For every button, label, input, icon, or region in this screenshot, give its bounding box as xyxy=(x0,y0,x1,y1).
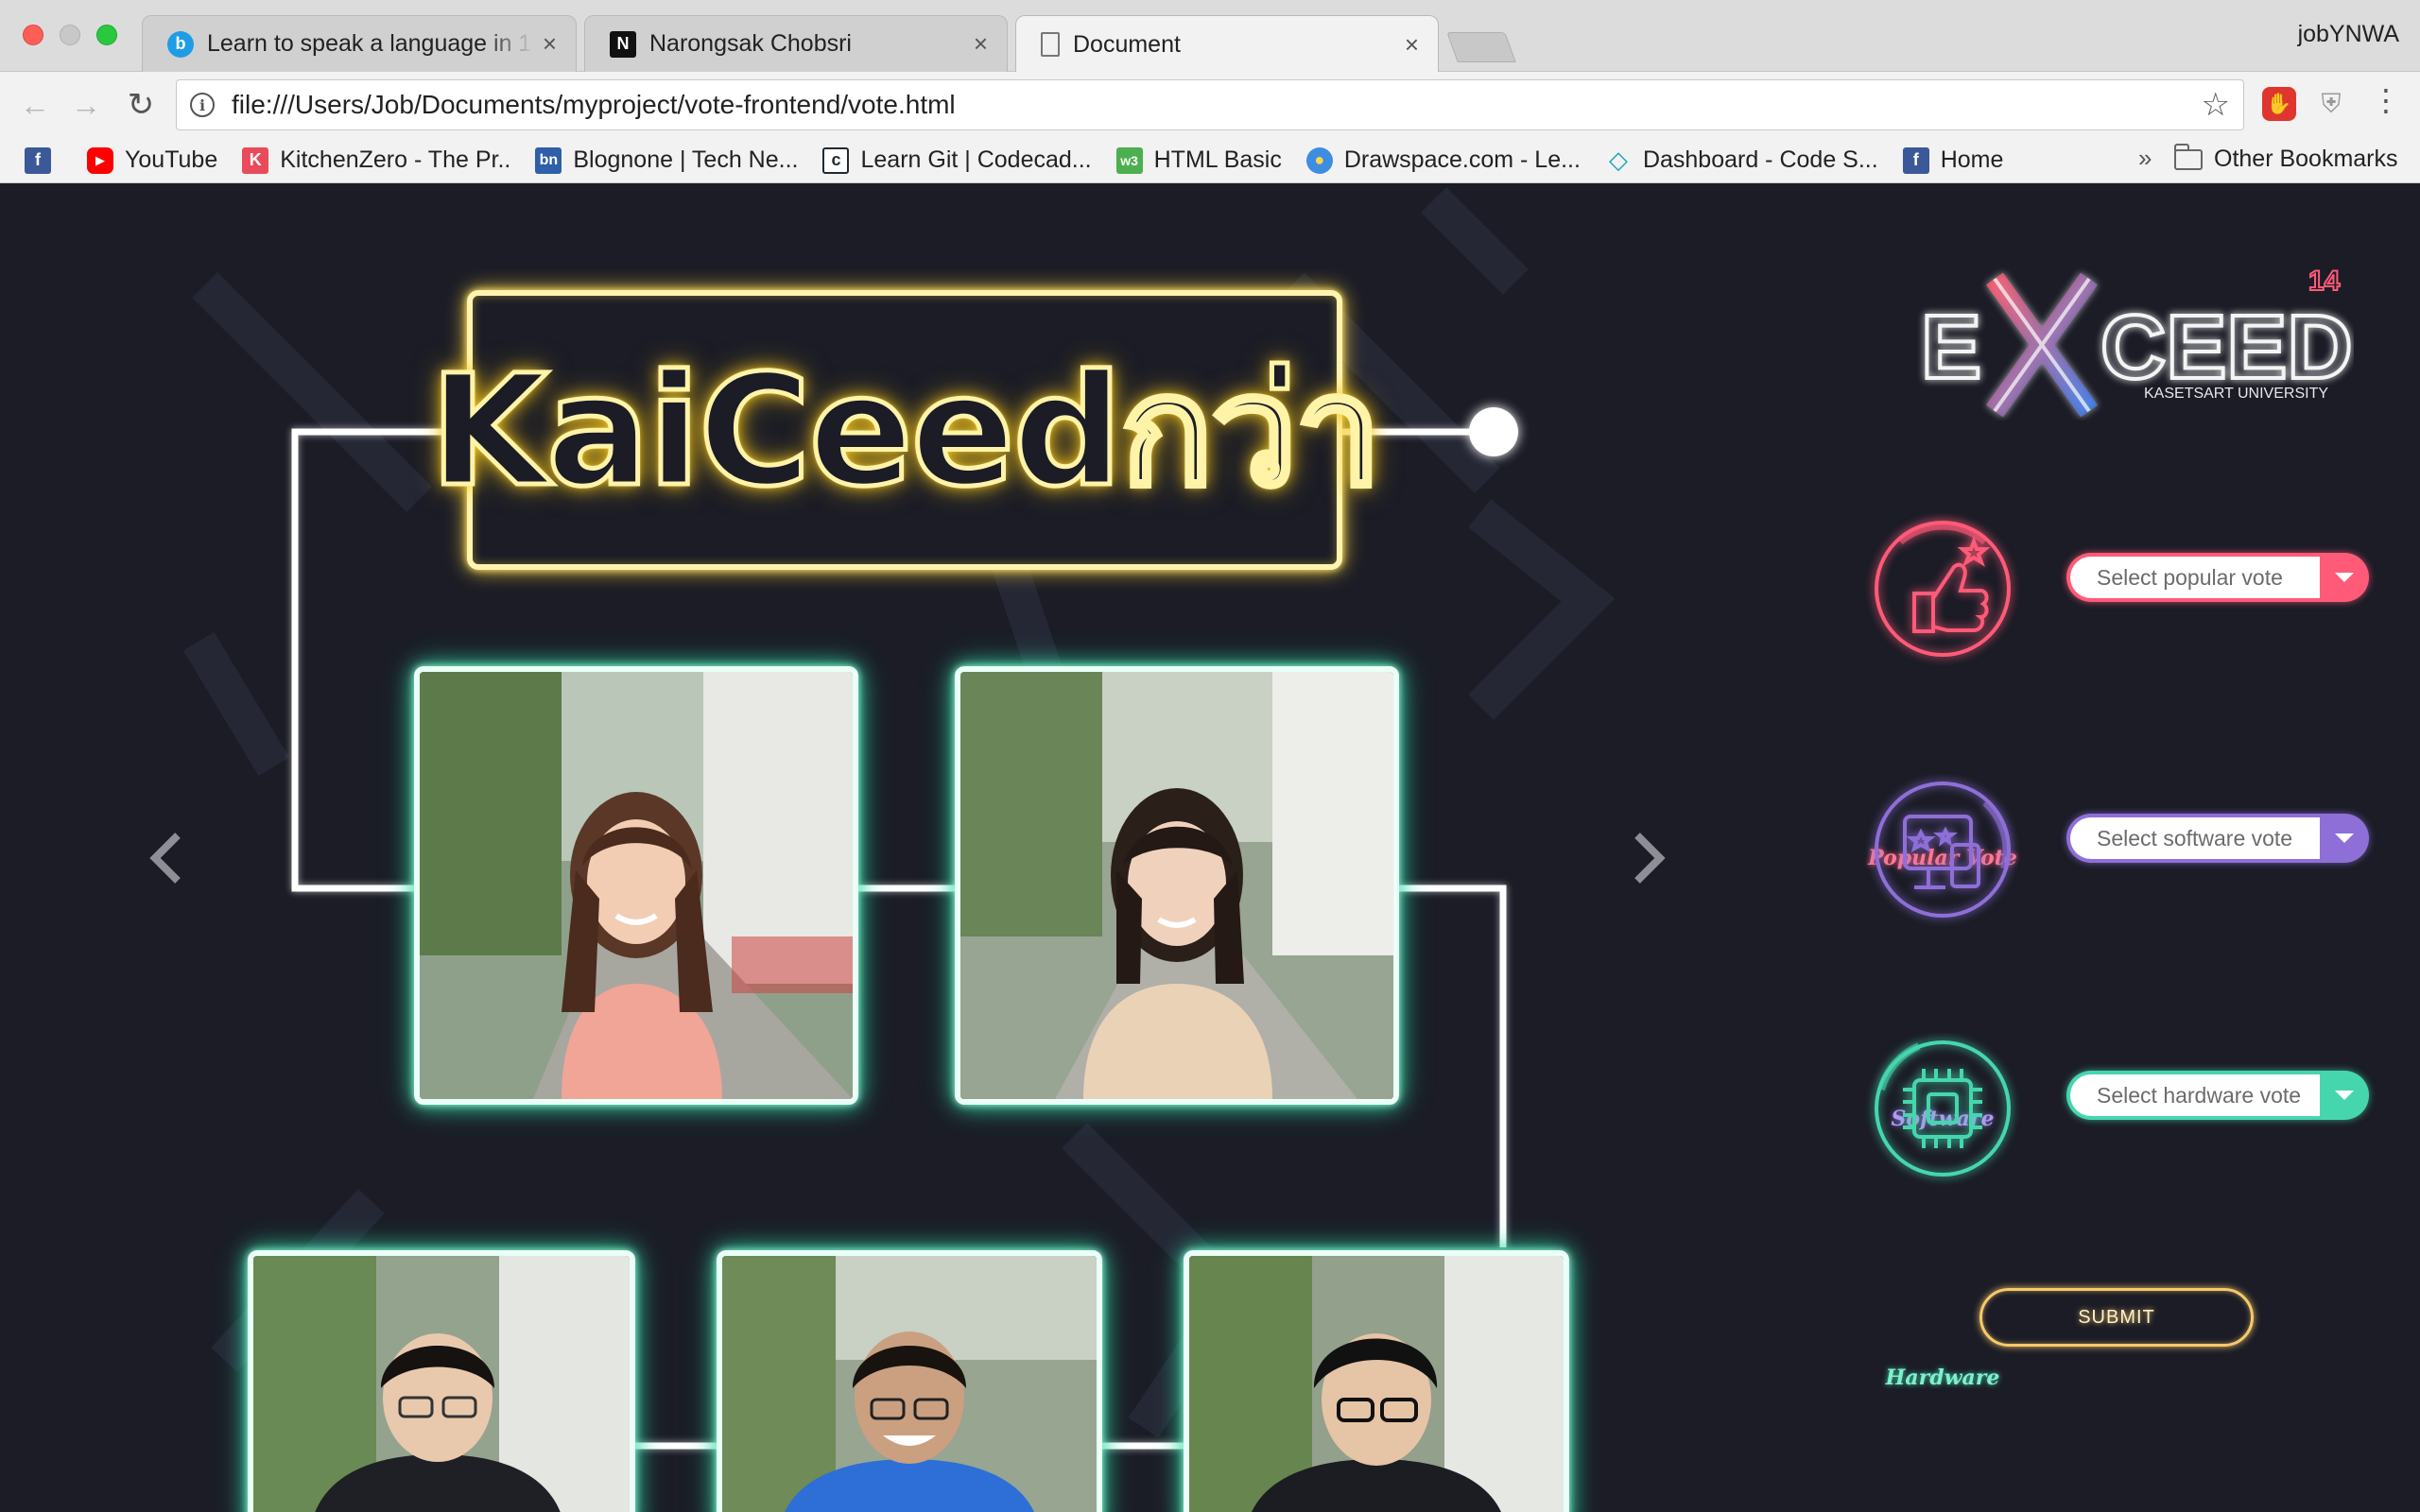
babbel-favicon-icon: b xyxy=(167,30,194,58)
exceed-logo: E CEED KASETSART UNIVERSITY 14 xyxy=(1919,265,2354,418)
forward-arrow-icon[interactable]: → xyxy=(66,85,106,125)
tab-title: Document xyxy=(1073,30,1181,58)
prev-arrow-icon[interactable] xyxy=(138,830,195,886)
title-banner: KaiCeedกว่า xyxy=(427,290,1384,570)
browser-menu-icon[interactable]: ⋮ xyxy=(2371,85,2401,115)
submit-button[interactable]: SUBMIT xyxy=(1979,1288,2254,1347)
bookmark-kitchenzero[interactable]: K KitchenZero - The Pr.. xyxy=(242,146,510,174)
tab-close-icon[interactable]: × xyxy=(1405,30,1419,60)
tab-close-icon[interactable]: × xyxy=(543,29,557,59)
candidate-photo-3[interactable] xyxy=(248,1250,635,1512)
tab-title: Learn to speak a language in 10 xyxy=(207,30,533,57)
page-title: KaiCeedกว่า xyxy=(427,340,1384,523)
next-arrow-icon[interactable] xyxy=(1620,830,1677,886)
candidate-photo-1[interactable] xyxy=(414,666,858,1105)
bookmark-label: Home xyxy=(1940,146,2004,173)
bookmark-label: Blognone | Tech Ne... xyxy=(573,146,799,173)
other-bookmarks[interactable]: Other Bookmarks xyxy=(2174,143,2398,173)
tab-narongsak[interactable]: N Narongsak Chobsri × xyxy=(584,15,1008,72)
bookmark-label: Dashboard - Code S... xyxy=(1642,146,1878,173)
window-minimize-button[interactable] xyxy=(60,25,80,45)
photo-scene xyxy=(722,1256,1097,1512)
bookmark-label: HTML Basic xyxy=(1153,146,1282,173)
software-vote-select[interactable]: Select software vote xyxy=(2066,814,2369,863)
url-text[interactable]: file:///Users/Job/Documents/myproject/vo… xyxy=(232,90,956,120)
bookmark-label: YouTube xyxy=(125,146,218,173)
back-arrow-icon[interactable]: ← xyxy=(15,85,55,125)
bookmark-facebook[interactable]: f xyxy=(25,146,62,174)
hardware-vote-select[interactable]: Select hardware vote xyxy=(2066,1071,2369,1120)
profile-name[interactable]: jobYNWA xyxy=(2298,21,2399,48)
youtube-icon: ▶ xyxy=(87,146,113,174)
tab-close-icon[interactable]: × xyxy=(974,29,988,59)
bookmark-label: Drawspace.com - Le... xyxy=(1343,146,1581,173)
shield-extension-icon[interactable]: ⛨ xyxy=(2314,87,2348,121)
photo-scene xyxy=(960,672,1393,1099)
bookmark-codeschool[interactable]: ◇ Dashboard - Code S... xyxy=(1605,146,1878,174)
blognone-icon: bn xyxy=(535,146,562,174)
bookmark-star-icon[interactable]: ☆ xyxy=(2202,86,2230,124)
candidate-photo-4[interactable] xyxy=(717,1250,1102,1512)
w3schools-icon: w3 xyxy=(1115,146,1143,174)
browser-toolbar: ← → ↻ i file:///Users/Job/Documents/mypr… xyxy=(0,72,2420,138)
connector-node xyxy=(1469,407,1518,456)
bookmark-label: Learn Git | Codecad... xyxy=(860,146,1092,173)
hardware-vote-placeholder[interactable]: Select hardware vote xyxy=(2070,1074,2320,1116)
tab-title: Narongsak Chobsri xyxy=(649,30,852,57)
photo-scene xyxy=(253,1256,630,1512)
other-bookmarks-label: Other Bookmarks xyxy=(2214,146,2398,172)
bookmark-blognone[interactable]: bn Blognone | Tech Ne... xyxy=(535,146,798,174)
tab-learn-language[interactable]: b Learn to speak a language in 10 × xyxy=(142,15,577,72)
reload-icon[interactable]: ↻ xyxy=(121,85,161,125)
bookmark-home[interactable]: f Home xyxy=(1902,146,2004,174)
tab-bar: b Learn to speak a language in 10 × N Na… xyxy=(0,0,2420,73)
chevron-down-icon[interactable] xyxy=(2320,1071,2369,1120)
window-maximize-button[interactable] xyxy=(96,25,117,45)
software-monitor-icon xyxy=(1875,782,2011,918)
bookmark-codecademy[interactable]: c Learn Git | Codecad... xyxy=(822,146,1092,174)
candidate-photo-5[interactable] xyxy=(1184,1250,1569,1512)
info-icon[interactable]: i xyxy=(190,93,215,117)
tab-document[interactable]: Document × xyxy=(1015,15,1439,73)
bookmark-drawspace[interactable]: ● Drawspace.com - Le... xyxy=(1305,146,1581,174)
popular-vote-placeholder[interactable]: Select popular vote xyxy=(2070,557,2320,598)
logo-subtitle: KASETSART UNIVERSITY xyxy=(2144,386,2328,402)
photo-scene xyxy=(1189,1256,1564,1512)
bookmark-youtube[interactable]: ▶ YouTube xyxy=(87,146,217,174)
new-tab-button[interactable] xyxy=(1446,32,1516,62)
window-close-button[interactable] xyxy=(23,25,43,45)
popular-vote-select[interactable]: Select popular vote xyxy=(2066,553,2369,602)
more-bookmarks-chevron-icon[interactable]: » xyxy=(2138,144,2152,173)
thumbs-up-icon xyxy=(1875,521,2011,657)
hardware-vote-caption: Hardware xyxy=(1885,1366,2000,1390)
address-bar[interactable]: i file:///Users/Job/Documents/myproject/… xyxy=(176,79,2244,130)
document-favicon-icon xyxy=(1041,32,1060,57)
folder-icon xyxy=(2174,143,2203,170)
kitchenzero-icon: K xyxy=(242,146,269,174)
notion-favicon-icon: N xyxy=(610,30,636,58)
adblock-extension-icon[interactable]: ✋ xyxy=(2262,87,2296,121)
facebook-icon: f xyxy=(25,146,51,174)
codeschool-icon: ◇ xyxy=(1608,146,1628,174)
bookmark-label: KitchenZero - The Pr.. xyxy=(280,146,511,173)
photo-scene xyxy=(420,672,853,1099)
chip-icon xyxy=(1875,1040,2011,1177)
candidate-photo-2[interactable] xyxy=(955,666,1399,1105)
chevron-down-icon[interactable] xyxy=(2320,814,2369,863)
drawspace-icon: ● xyxy=(1305,146,1333,174)
codecademy-icon: c xyxy=(822,146,850,174)
bookmark-html-basic[interactable]: w3 HTML Basic xyxy=(1115,146,1282,174)
vote-page: KaiCeedกว่า E CEED KASETSART UNIVERSITY … xyxy=(0,184,2420,1512)
software-vote-placeholder[interactable]: Select software vote xyxy=(2070,817,2320,859)
bookmarks-bar: f ▶ YouTube K KitchenZero - The Pr.. bn … xyxy=(0,138,2420,183)
facebook-icon: f xyxy=(1902,146,1929,174)
chevron-down-icon[interactable] xyxy=(2320,553,2369,602)
logo-letter-e: E CEED xyxy=(1921,297,2353,398)
logo-edition: 14 xyxy=(2308,266,2341,297)
